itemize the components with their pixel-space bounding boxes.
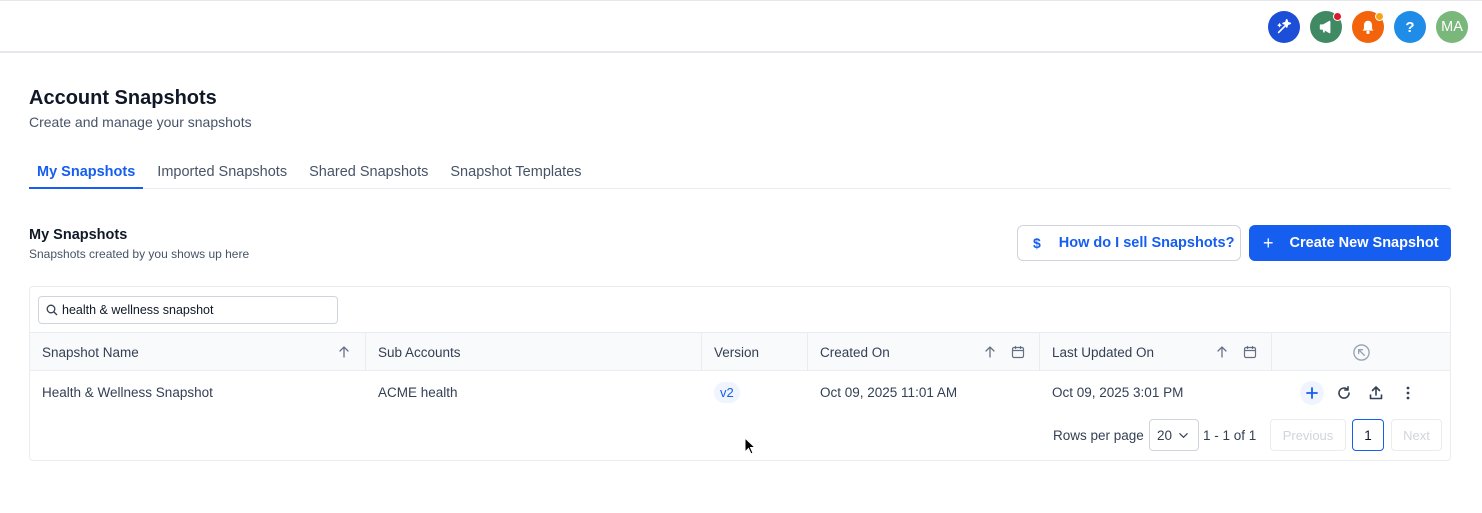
create-snapshot-label: Create New Snapshot [1289,235,1439,251]
sort-arrow-icon[interactable] [337,345,351,359]
add-icon[interactable] [1300,381,1324,405]
column-label: Version [714,344,760,360]
sort-arrow-icon[interactable] [1215,345,1229,359]
column-version: Version [702,333,808,371]
next-wrap: Next [1391,419,1442,451]
search-icon [46,304,58,316]
column-label: Sub Accounts [378,344,461,360]
tab-shared-snapshots[interactable]: Shared Snapshots [301,158,436,189]
column-actions [1272,333,1450,371]
tab-imported-snapshots[interactable]: Imported Snapshots [149,158,295,189]
calendar-icon[interactable] [1011,345,1025,359]
column-created-on[interactable]: Created On [808,333,1040,371]
cell-sub-accounts: ACME health [378,384,458,400]
next-button[interactable]: Next [1391,419,1442,451]
column-label: Snapshot Name [42,344,139,360]
table-header: Snapshot Name Sub Accounts Version Creat… [30,332,1450,371]
chevron-down-icon [1179,432,1188,438]
top-bar-actions: ? MA [1268,11,1468,43]
megaphone-icon[interactable] [1310,11,1342,43]
cell-created-on: Oct 09, 2025 11:01 AM [820,384,958,400]
pagination: Rows per page [1053,419,1144,451]
dollar-icon: $ [1033,235,1041,251]
page-title: Account Snapshots [29,87,217,109]
column-label: Last Updated On [1052,344,1155,360]
page-number-button[interactable]: 1 [1352,419,1384,451]
calendar-icon[interactable] [1243,345,1257,359]
column-snapshot-name[interactable]: Snapshot Name [30,333,366,371]
section-title: My Snapshots [29,227,128,243]
plus-icon: + [1263,232,1274,253]
more-options-icon[interactable] [1397,382,1419,404]
notification-badge [1333,12,1342,21]
mouse-cursor-icon [744,437,756,455]
notification-badge [1375,12,1384,21]
previous-wrap: Previous [1270,419,1346,451]
upload-icon[interactable] [1365,382,1387,404]
create-snapshot-button[interactable]: + Create New Snapshot [1249,225,1451,261]
previous-button[interactable]: Previous [1270,419,1346,451]
tab-bar: My Snapshots Imported Snapshots Shared S… [29,158,1451,189]
tab-my-snapshots[interactable]: My Snapshots [29,158,144,189]
cell-last-updated-on: Oct 09, 2025 3:01 PM [1052,384,1184,400]
snapshots-table: Snapshot Name Sub Accounts Version Creat… [29,286,1451,461]
top-bar: ? MA [0,0,1482,53]
sparkle-icon[interactable] [1268,11,1300,43]
column-last-updated-on[interactable]: Last Updated On [1040,333,1272,371]
pointer-arrow-circle-icon [1352,343,1370,361]
page-range: 1 - 1 of 1 [1203,427,1257,443]
rows-per-page-select[interactable]: 20 [1149,419,1199,451]
page-subtitle: Create and manage your snapshots [29,114,252,130]
rows-per-page-select-wrap: 20 [1149,419,1199,451]
avatar-initials: MA [1441,19,1463,35]
refresh-icon[interactable] [1333,382,1355,404]
page-range-wrap: 1 - 1 of 1 [1203,419,1256,451]
table-row: Health & Wellness Snapshot ACME health v… [30,372,1450,412]
bell-icon[interactable] [1352,11,1384,43]
avatar[interactable]: MA [1436,11,1468,43]
cell-version: v2 [702,372,808,412]
column-sub-accounts: Sub Accounts [366,333,702,371]
tab-snapshot-templates[interactable]: Snapshot Templates [442,158,589,189]
sell-snapshots-label: How do I sell Snapshots? [1058,235,1235,251]
rows-per-page-value: 20 [1157,427,1173,443]
help-icon-label: ? [1405,18,1415,36]
search-box[interactable] [38,296,338,324]
help-icon[interactable]: ? [1394,11,1426,43]
version-badge: v2 [714,381,740,403]
search-input[interactable] [62,303,322,317]
page-number-wrap: 1 [1352,419,1384,451]
rows-per-page-label: Rows per page [1053,427,1144,443]
section-subtitle: Snapshots created by you shows up here [29,247,250,261]
sort-arrow-icon[interactable] [983,345,997,359]
column-label: Created On [820,344,890,360]
cell-snapshot-name: Health & Wellness Snapshot [42,384,213,400]
sell-snapshots-button[interactable]: $ How do I sell Snapshots? [1017,225,1241,261]
